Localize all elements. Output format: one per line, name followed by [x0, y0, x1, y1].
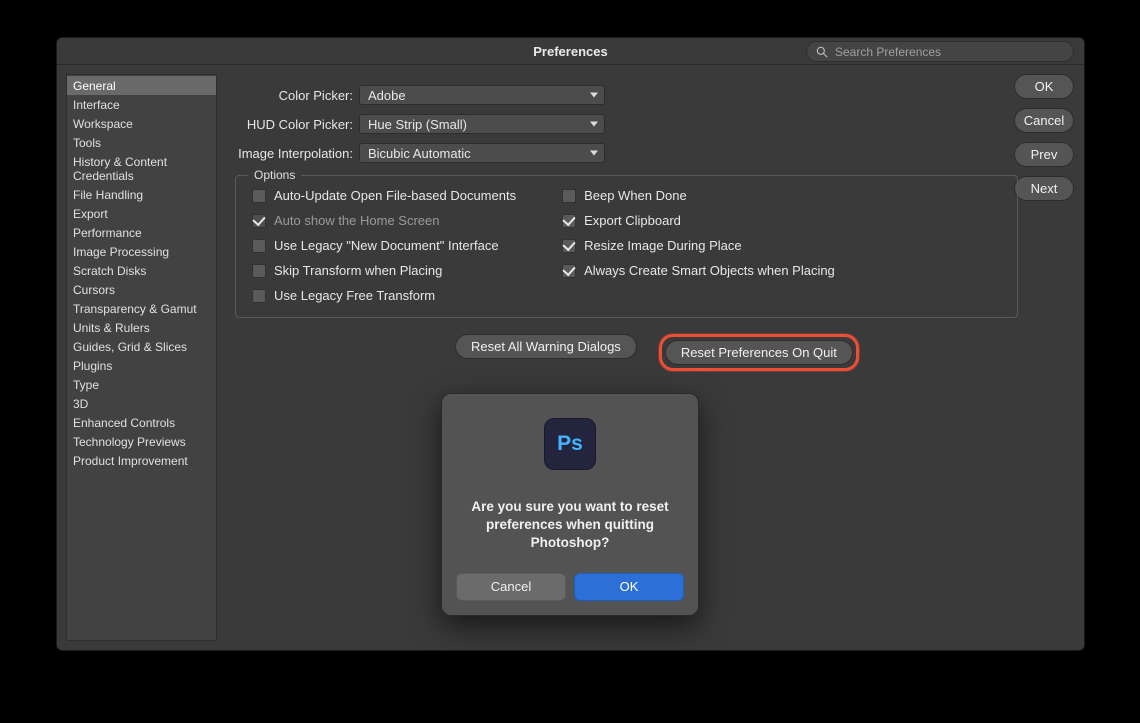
- app-icon: Ps: [544, 418, 596, 470]
- sidebar-item[interactable]: Transparency & Gamut: [67, 299, 216, 318]
- options-legend: Options: [248, 168, 301, 182]
- sidebar-item[interactable]: Interface: [67, 95, 216, 114]
- sidebar-item[interactable]: Units & Rulers: [67, 318, 216, 337]
- checkbox[interactable]: [562, 214, 576, 228]
- options-right-column: Beep When Done Export Clipboard Resize Ima…: [562, 188, 835, 303]
- checkbox-row[interactable]: Resize Image During Place: [562, 238, 835, 253]
- checkbox-row[interactable]: Auto-Update Open File-based Documents: [252, 188, 516, 203]
- checkbox[interactable]: [252, 264, 266, 278]
- checkbox-label: Beep When Done: [584, 188, 687, 203]
- checkbox-label: Resize Image During Place: [584, 238, 742, 253]
- select-color-picker[interactable]: Adobe: [359, 85, 605, 105]
- checkbox-row[interactable]: Always Create Smart Objects when Placing: [562, 263, 835, 278]
- checkbox-row[interactable]: Auto show the Home Screen: [252, 213, 516, 228]
- sidebar: GeneralInterfaceWorkspaceToolsHistory & …: [66, 74, 217, 641]
- sidebar-item[interactable]: 3D: [67, 394, 216, 413]
- modal-cancel-button[interactable]: Cancel: [456, 573, 566, 601]
- prev-button[interactable]: Prev: [1014, 142, 1074, 167]
- sidebar-item[interactable]: Cursors: [67, 280, 216, 299]
- sidebar-item[interactable]: Tools: [67, 133, 216, 152]
- search-input[interactable]: [835, 45, 1065, 59]
- modal-buttons: Cancel OK: [456, 573, 684, 601]
- dialog-title: Preferences: [533, 44, 607, 59]
- sidebar-item[interactable]: Technology Previews: [67, 432, 216, 451]
- reset-warnings-button[interactable]: Reset All Warning Dialogs: [455, 334, 637, 359]
- checkbox[interactable]: [562, 264, 576, 278]
- search-icon: [815, 45, 829, 59]
- checkbox[interactable]: [562, 239, 576, 253]
- search-field-wrap[interactable]: [806, 41, 1074, 62]
- select-hud-color-picker[interactable]: Hue Strip (Small): [359, 114, 605, 134]
- checkbox[interactable]: [252, 239, 266, 253]
- sidebar-item[interactable]: Type: [67, 375, 216, 394]
- sidebar-item[interactable]: General: [67, 76, 216, 95]
- checkbox-label: Skip Transform when Placing: [274, 263, 442, 278]
- ok-button[interactable]: OK: [1014, 74, 1074, 99]
- confirm-modal: Ps Are you sure you want to reset prefer…: [441, 393, 699, 616]
- cancel-button[interactable]: Cancel: [1014, 108, 1074, 133]
- checkbox-label: Auto-Update Open File-based Documents: [274, 188, 516, 203]
- sidebar-item[interactable]: Scratch Disks: [67, 261, 216, 280]
- label-hud-color-picker: HUD Color Picker:: [235, 117, 353, 132]
- sidebar-item[interactable]: Export: [67, 204, 216, 223]
- checkbox-label: Always Create Smart Objects when Placing: [584, 263, 835, 278]
- options-group: Options Auto-Update Open File-based Docu…: [235, 175, 1018, 318]
- select-image-interp-value: Bicubic Automatic: [368, 146, 471, 161]
- modal-ok-button[interactable]: OK: [574, 573, 684, 601]
- chevron-down-icon: [590, 151, 598, 156]
- row-hud-color-picker: HUD Color Picker: Hue Strip (Small): [235, 112, 605, 136]
- chevron-down-icon: [590, 93, 598, 98]
- select-hud-color-picker-value: Hue Strip (Small): [368, 117, 467, 132]
- sidebar-item[interactable]: History & Content Credentials: [67, 152, 216, 185]
- sidebar-item[interactable]: Workspace: [67, 114, 216, 133]
- titlebar: Preferences: [57, 38, 1084, 65]
- modal-text: Are you sure you want to reset preferenc…: [456, 498, 684, 553]
- sidebar-item[interactable]: File Handling: [67, 185, 216, 204]
- checkbox[interactable]: [252, 289, 266, 303]
- checkbox[interactable]: [252, 189, 266, 203]
- row-image-interp: Image Interpolation: Bicubic Automatic: [235, 141, 605, 165]
- sidebar-item[interactable]: Plugins: [67, 356, 216, 375]
- sidebar-item[interactable]: Performance: [67, 223, 216, 242]
- sidebar-item[interactable]: Guides, Grid & Slices: [67, 337, 216, 356]
- sidebar-item[interactable]: Product Improvement: [67, 451, 216, 470]
- checkbox-label: Use Legacy "New Document" Interface: [274, 238, 499, 253]
- checkbox[interactable]: [562, 189, 576, 203]
- checkbox-row[interactable]: Use Legacy Free Transform: [252, 288, 516, 303]
- checkbox-row[interactable]: Export Clipboard: [562, 213, 835, 228]
- options-left-column: Auto-Update Open File-based Documents Aut…: [252, 188, 516, 303]
- label-image-interp: Image Interpolation:: [235, 146, 353, 161]
- sidebar-item[interactable]: Image Processing: [67, 242, 216, 261]
- checkbox-row[interactable]: Use Legacy "New Document" Interface: [252, 238, 516, 253]
- reset-prefs-on-quit-button[interactable]: Reset Preferences On Quit: [665, 340, 853, 365]
- form-area: Color Picker: Adobe HUD Color Picker: Hu…: [235, 83, 829, 165]
- select-color-picker-value: Adobe: [368, 88, 406, 103]
- next-button[interactable]: Next: [1014, 176, 1074, 201]
- checkbox-row[interactable]: Skip Transform when Placing: [252, 263, 516, 278]
- checkbox-label: Export Clipboard: [584, 213, 681, 228]
- chevron-down-icon: [590, 122, 598, 127]
- bottom-buttons: Reset All Warning Dialogs Reset Preferen…: [455, 334, 1068, 371]
- options-columns: Auto-Update Open File-based Documents Aut…: [252, 188, 1001, 303]
- select-image-interp[interactable]: Bicubic Automatic: [359, 143, 605, 163]
- checkbox-label: Auto show the Home Screen: [274, 213, 439, 228]
- checkbox-row[interactable]: Beep When Done: [562, 188, 835, 203]
- label-color-picker: Color Picker:: [235, 88, 353, 103]
- checkbox[interactable]: [252, 214, 266, 228]
- dialog-button-column: OK Cancel Prev Next: [1014, 74, 1074, 201]
- sidebar-item[interactable]: Enhanced Controls: [67, 413, 216, 432]
- row-color-picker: Color Picker: Adobe: [235, 83, 605, 107]
- highlight-ring: Reset Preferences On Quit: [659, 334, 859, 371]
- checkbox-label: Use Legacy Free Transform: [274, 288, 435, 303]
